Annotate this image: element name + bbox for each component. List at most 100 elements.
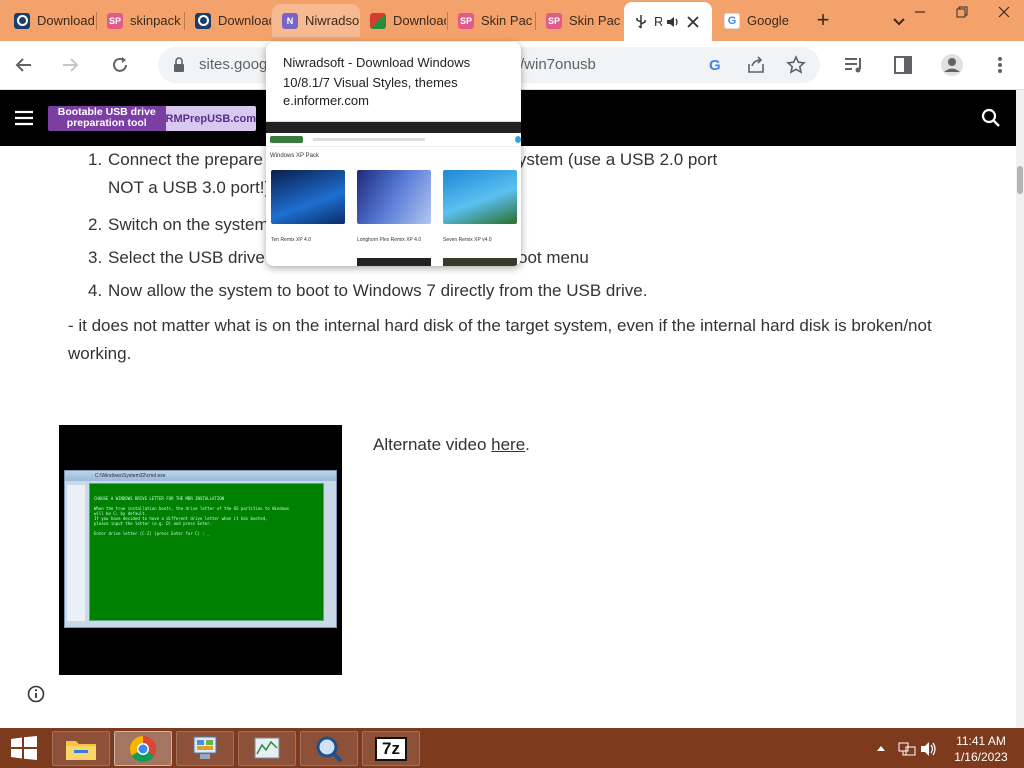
preview-caption: Longhorn Plex Remix XP 4.0 (357, 237, 422, 243)
skinpack-icon: SP (546, 12, 562, 29)
taskbar-chrome[interactable] (114, 731, 172, 766)
clock-time: 11:41 AM (956, 734, 1006, 748)
preview-thumb-4 (357, 258, 431, 266)
step-text: oot menu (518, 248, 589, 267)
volume-icon[interactable] (920, 741, 938, 757)
forward-button[interactable] (57, 52, 83, 78)
taskbar-clock[interactable]: 11:41 AM 1/16/2023 (944, 733, 1018, 765)
taskbar-control-panel[interactable] (176, 731, 234, 766)
taskbar-magnifier[interactable] (300, 731, 358, 766)
tab-active-rmprepusb[interactable]: R (624, 2, 712, 41)
step-text: Connect the prepare (108, 150, 263, 169)
google-lens-icon[interactable]: G (707, 56, 725, 74)
close-window-button[interactable] (984, 0, 1024, 24)
list-number: 4. (88, 281, 103, 300)
preview-thumb-3 (443, 170, 517, 224)
alternate-video-link[interactable]: here (491, 435, 525, 454)
search-icon[interactable] (981, 108, 1001, 128)
list-number: 2. (88, 215, 103, 234)
hamburger-menu-icon[interactable] (14, 110, 34, 126)
tab-title: Google (747, 13, 789, 28)
media-control-button[interactable] (841, 52, 867, 78)
tab-google[interactable]: G Google (714, 4, 800, 37)
alternate-suffix: . (525, 435, 530, 454)
profile-button[interactable] (939, 52, 965, 78)
taskbar-7zip[interactable]: 7z (362, 731, 420, 766)
tab-title: Skin Pac (481, 13, 533, 28)
step-text: NOT a USB 3.0 port!) (108, 178, 271, 197)
skinpack-icon: SP (107, 12, 123, 29)
back-arrow-icon (15, 58, 31, 72)
tab-title: Download (218, 13, 271, 28)
tab-skinpack-3[interactable]: SP Skin Pac (536, 4, 622, 37)
hover-card-preview: Windows XP Pack Ten Remix XP 4.0 Longhor… (266, 121, 521, 266)
page-scrollbar[interactable] (1016, 90, 1024, 728)
preview-site-nav (266, 133, 521, 147)
restore-button[interactable] (942, 0, 982, 24)
task-manager-icon (254, 737, 280, 758)
cmd-window-title: C:\Windows\System32\cmd.exe (65, 471, 336, 481)
close-tab-icon[interactable] (686, 15, 700, 29)
cmd-line: Enter drive letter (C-Z) (press Enter fo… (94, 531, 210, 536)
speaker-icon[interactable] (666, 15, 680, 29)
taskbar-file-explorer[interactable] (52, 731, 110, 766)
banner-site-name: RMPrepUSB.com (165, 106, 256, 131)
tab-skinpack-2[interactable]: SP Skin Pac (448, 4, 534, 37)
preview-section-title: Windows XP Pack (270, 153, 319, 159)
instruction-list: 1. Connect the prepare r Flash drive) to… (88, 146, 968, 310)
network-icon[interactable] (898, 741, 916, 757)
control-panel-icon (193, 736, 217, 759)
kebab-menu-icon (998, 57, 1002, 73)
download-site-icon (370, 12, 386, 29)
reload-button[interactable] (107, 52, 133, 78)
video-embed[interactable]: C:\Windows\System32\cmd.exe CHOOSE A WIN… (59, 425, 342, 675)
tab-skinpack-1[interactable]: SP skinpack (97, 4, 183, 37)
preview-caption: Ten Remix XP 4.0 (271, 237, 311, 243)
restore-icon (956, 6, 968, 18)
cmd-window: CHOOSE A WINDOWS DRIVE LETTER FOR THE MB… (89, 483, 324, 621)
blue-circle-icon (195, 12, 211, 29)
list-item: 1. Connect the prepare r Flash drive) to… (88, 146, 968, 211)
minimize-icon (915, 11, 925, 13)
step-text: Select the USB drive (108, 248, 265, 267)
back-button[interactable] (11, 52, 37, 78)
tab-hover-card: Niwradsoft - Download Windows 10/8.1/7 V… (266, 42, 521, 266)
clock-date: 1/16/2023 (954, 750, 1008, 764)
site-logo-banner[interactable]: Bootable USB drive preparation tool RMPr… (48, 106, 256, 131)
tab-download-2[interactable]: Download (185, 4, 271, 37)
taskbar-task-manager[interactable] (238, 731, 296, 766)
tab-title: Niwradso (305, 13, 360, 28)
tab-title: Skin Pac (569, 13, 621, 28)
folder-icon (66, 740, 96, 760)
tab-title: Download (37, 13, 95, 28)
chrome-icon (129, 735, 157, 762)
url-text-end: /win7onusb (520, 56, 596, 73)
windows-taskbar: 7z 11:41 AM 1/16/2023 (0, 728, 1024, 768)
scrollbar-thumb[interactable] (1017, 166, 1023, 194)
list-number: 1. (88, 150, 103, 169)
share-icon[interactable] (746, 55, 766, 75)
windows-start-icon[interactable] (9, 736, 39, 760)
hover-card-domain: e.informer.com (283, 93, 369, 108)
tab-download-3[interactable]: Download (360, 4, 446, 37)
usb-icon (636, 14, 646, 29)
menu-button[interactable] (987, 52, 1013, 78)
niwradsoft-icon: N (282, 12, 298, 29)
side-panel-button[interactable] (890, 52, 916, 78)
info-icon[interactable] (27, 685, 45, 703)
tab-strip: Download SP skinpack Download N Niwradso… (0, 0, 1024, 41)
list-item: 3. Select the USB drive oot menu (88, 244, 968, 277)
blue-circle-icon (14, 12, 30, 29)
alternate-video-text: Alternate video here. (373, 435, 530, 455)
new-tab-button[interactable]: + (811, 9, 835, 33)
preview-nav-links (312, 138, 425, 141)
list-item: 2. Switch on the system (88, 211, 968, 244)
bookmark-star-icon[interactable] (786, 55, 806, 75)
minimize-button[interactable] (900, 0, 940, 24)
tab-download-1[interactable]: Download (4, 4, 96, 37)
magnifier-icon (316, 736, 343, 762)
alternate-prefix: Alternate video (373, 435, 492, 454)
cmd-line: CHOOSE A WINDOWS DRIVE LETTER FOR THE MB… (94, 496, 225, 501)
tab-niwradsoft[interactable]: N Niwradso (272, 4, 360, 37)
tray-chevron-up-icon[interactable] (876, 744, 886, 752)
